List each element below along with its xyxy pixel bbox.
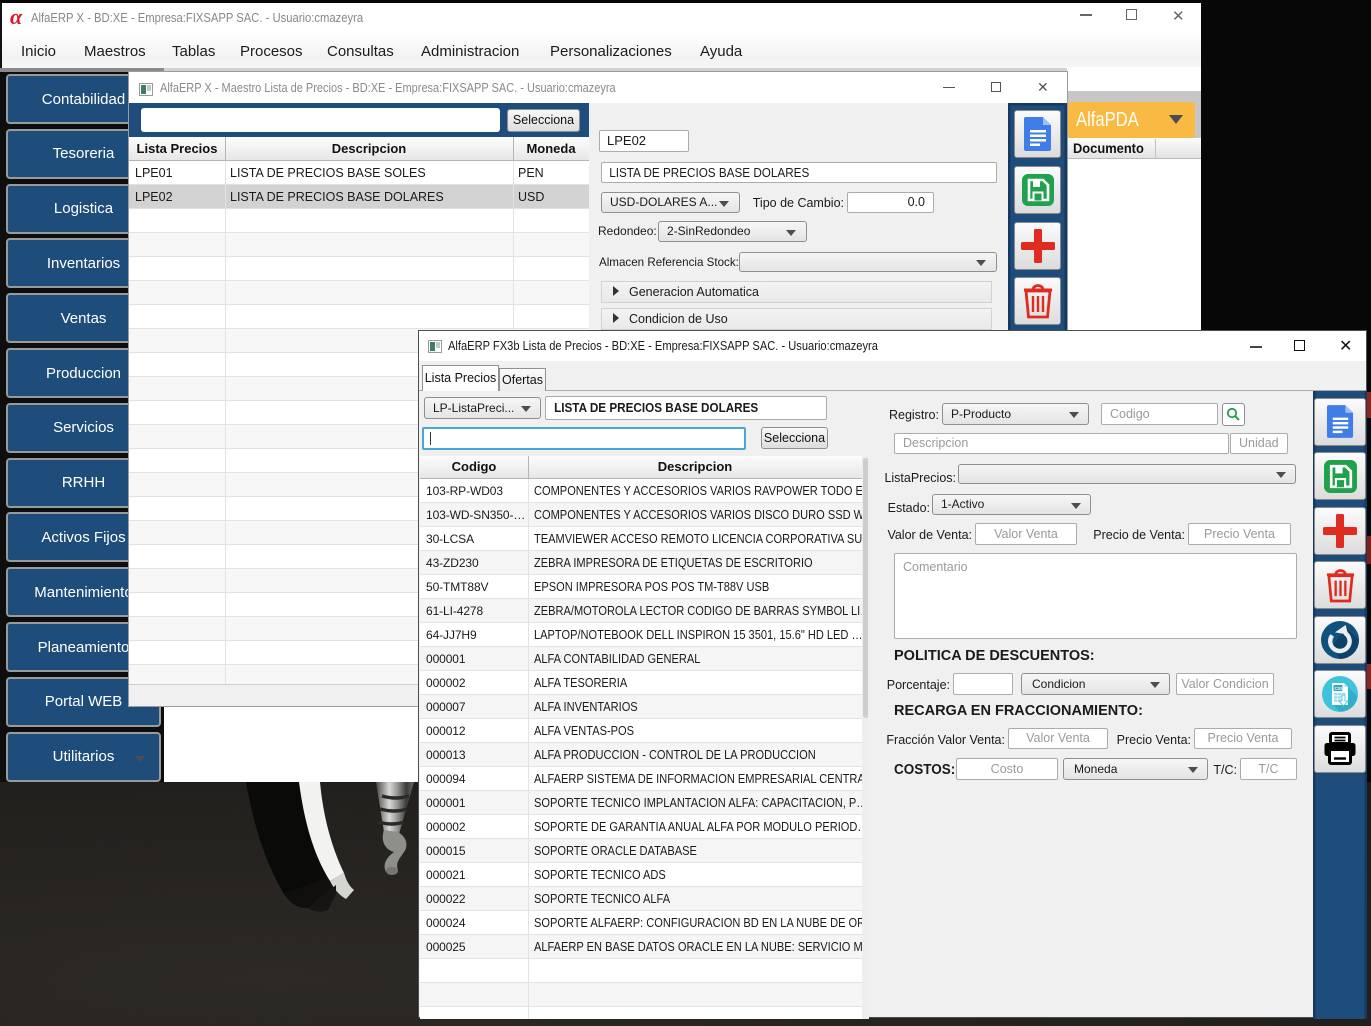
svg-text:CSV: CSV <box>1335 686 1344 691</box>
